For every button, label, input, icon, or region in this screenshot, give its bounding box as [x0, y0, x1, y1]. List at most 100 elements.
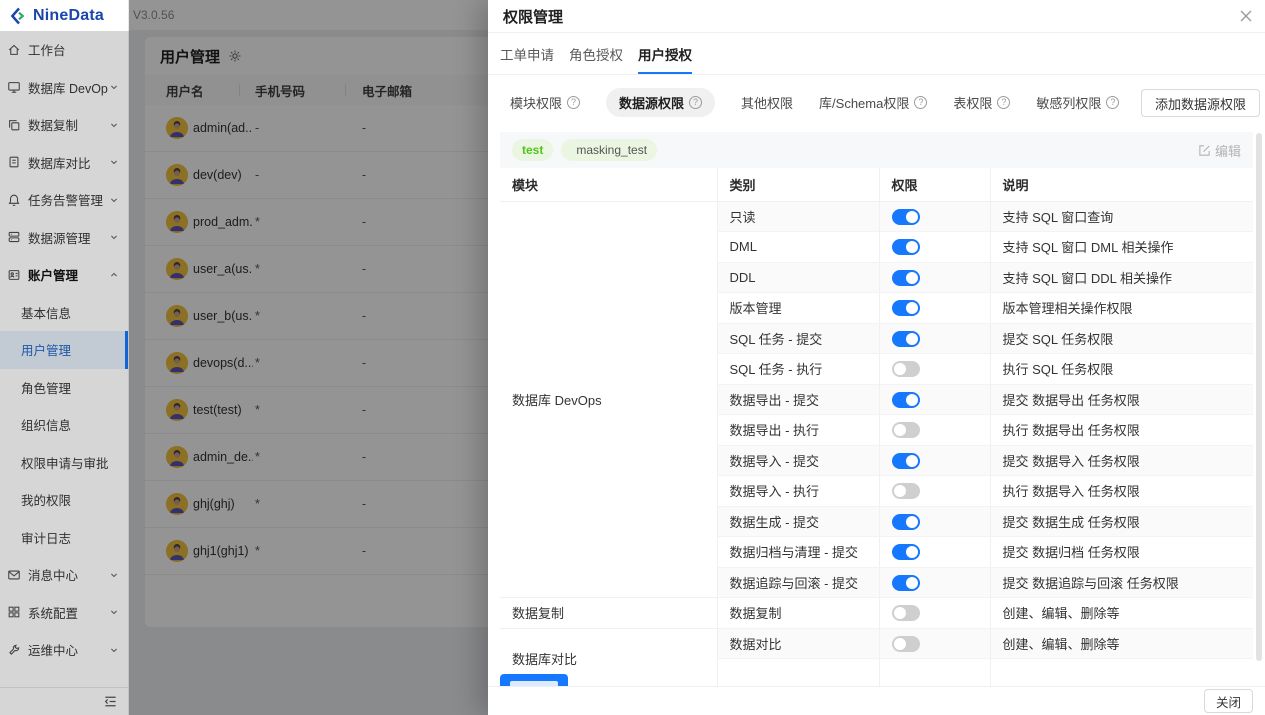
sidebar: NineData 工作台 数据库 DevOps 数据复制 数据库对比 任务告警管理 数据源… [0, 0, 129, 715]
permission-toggle[interactable] [891, 513, 920, 530]
category-cell: 数据生成 - 提交 [716, 506, 879, 537]
subtab-库/Schema权限[interactable]: 库/Schema权限? [819, 93, 928, 112]
column-header-category: 类别 [716, 168, 879, 202]
permission-cell [878, 262, 990, 293]
category-cell: SQL 任务 - 提交 [716, 323, 879, 354]
save-button-clipped[interactable] [500, 674, 568, 686]
permission-toggle[interactable] [891, 452, 920, 469]
category-cell: 只读 [716, 201, 879, 232]
datasource-tag-strip: test masking_test 编辑 [500, 132, 1253, 168]
permission-toggle[interactable] [891, 330, 920, 347]
help-icon[interactable]: ? [689, 96, 703, 109]
description-cell: 支持 SQL 窗口查询 [989, 201, 1253, 232]
description-cell: 提交 SQL 任务权限 [989, 323, 1253, 354]
permission-row: 数据库对比 数据对比 创建、编辑、删除等 [500, 628, 1253, 686]
ninedata-logo-icon [9, 6, 29, 26]
description-cell: 执行 数据导出 任务权限 [989, 414, 1253, 446]
permission-toggle[interactable] [891, 422, 920, 439]
category-cell: DDL [716, 262, 879, 293]
drawer-header: 权限管理 [488, 0, 1265, 33]
permission-cell [878, 384, 990, 415]
permission-cell [878, 506, 990, 537]
description-cell: 提交 数据生成 任务权限 [989, 506, 1253, 537]
permission-toggle[interactable] [891, 269, 920, 286]
category-cell: 数据复制 [716, 597, 879, 629]
description-cell: 提交 数据导入 任务权限 [989, 445, 1253, 476]
help-icon[interactable]: ? [997, 96, 1011, 109]
description-cell: 提交 数据归档 任务权限 [989, 536, 1253, 568]
description-cell: 创建、编辑、删除等 [989, 628, 1253, 659]
category-cell: DML [716, 231, 879, 263]
subtab-数据源权限[interactable]: 数据源权限? [606, 88, 716, 117]
tab-工单申请[interactable]: 工单申请 [499, 33, 555, 74]
tab-用户授权[interactable]: 用户授权 [637, 33, 693, 74]
permission-toggle[interactable] [891, 635, 920, 652]
add-datasource-permission-button[interactable]: 添加数据源权限 [1140, 89, 1260, 117]
description-cell: 创建、编辑、删除等 [989, 597, 1253, 629]
subtab-模块权限[interactable]: 模块权限? [510, 93, 581, 112]
category-cell: 数据导出 - 提交 [716, 384, 879, 415]
category-cell [716, 658, 879, 686]
category-cell: 数据导出 - 执行 [716, 414, 879, 446]
permission-toggle[interactable] [891, 574, 920, 591]
close-drawer-button[interactable]: 关闭 [1203, 689, 1253, 713]
drawer-body: test masking_test 编辑 模块 类别 权限 说明 数据库 DevO… [488, 130, 1265, 686]
drawer-subtabs: 模块权限? 数据源权限? 其他权限 库/Schema权限? 表权限? 敏感列权限? 添加数… [488, 75, 1265, 130]
module-cell: 数据复制 [500, 597, 717, 629]
permission-toggle[interactable] [891, 239, 920, 256]
permission-cell [878, 536, 990, 568]
permission-drawer: 权限管理 工单申请 角色授权 用户授权 模块权限? 数据源权限? 其他权限 库/Schem… [488, 0, 1265, 715]
drawer-footer: 关闭 [488, 686, 1265, 715]
permission-toggle[interactable] [891, 361, 920, 378]
category-cell: 数据归档与清理 - 提交 [716, 536, 879, 568]
category-cell: SQL 任务 - 执行 [716, 353, 879, 385]
permission-cell [878, 231, 990, 263]
permission-cell [878, 323, 990, 354]
edit-button[interactable]: 编辑 [1198, 141, 1241, 160]
permission-cell [878, 597, 990, 629]
drawer-scrollbar[interactable] [1256, 133, 1262, 661]
permission-toggle[interactable] [891, 391, 920, 408]
datasource-tag[interactable]: masking_test [561, 139, 658, 161]
permission-row: 数据库 DevOps 只读 支持 SQL 窗口查询 [500, 201, 1253, 598]
subtab-敏感列权限[interactable]: 敏感列权限? [1036, 93, 1120, 112]
permission-toggle[interactable] [891, 300, 920, 317]
permission-toggle[interactable] [891, 544, 920, 561]
category-cell: 数据追踪与回滚 - 提交 [716, 567, 879, 598]
permission-cell [878, 292, 990, 324]
help-icon[interactable]: ? [567, 96, 581, 109]
edit-icon [1198, 144, 1211, 157]
permission-toggle[interactable] [891, 483, 920, 500]
drawer-title: 权限管理 [503, 8, 564, 26]
description-cell: 支持 SQL 窗口 DDL 相关操作 [989, 262, 1253, 293]
logo-bar: NineData [0, 0, 128, 31]
tab-角色授权[interactable]: 角色授权 [568, 33, 624, 74]
modal-mask[interactable] [129, 0, 488, 715]
permission-cell [878, 658, 990, 686]
permission-cell [878, 628, 990, 659]
description-cell: 提交 数据导出 任务权限 [989, 384, 1253, 415]
permission-row: 数据复制 数据复制 创建、编辑、删除等 [500, 597, 1253, 629]
permission-cell [878, 567, 990, 598]
datasource-tag[interactable]: test [512, 139, 554, 161]
description-cell: 执行 SQL 任务权限 [989, 353, 1253, 385]
description-cell: 支持 SQL 窗口 DML 相关操作 [989, 231, 1253, 263]
module-cell: 数据库 DevOps [500, 201, 717, 598]
category-cell: 版本管理 [716, 292, 879, 324]
permission-cell [878, 201, 990, 232]
drawer-tabs: 工单申请 角色授权 用户授权 [488, 33, 1265, 75]
close-icon[interactable] [1239, 9, 1253, 23]
column-header-description: 说明 [989, 168, 1253, 202]
permission-toggle[interactable] [891, 605, 920, 622]
category-cell: 数据对比 [716, 628, 879, 659]
help-icon[interactable]: ? [914, 96, 928, 109]
subtab-其他权限[interactable]: 其他权限 [741, 93, 793, 112]
description-cell: 执行 数据导入 任务权限 [989, 475, 1253, 507]
help-icon[interactable]: ? [1106, 96, 1120, 109]
permission-toggle[interactable] [891, 208, 920, 225]
permission-cell [878, 414, 990, 446]
subtab-表权限[interactable]: 表权限? [953, 93, 1011, 112]
brand-name: NineData [33, 6, 104, 24]
description-cell: 提交 数据追踪与回滚 任务权限 [989, 567, 1253, 598]
permission-table: 模块 类别 权限 说明 数据库 DevOps 只读 支持 SQL 窗口查询 DML 支持… [500, 168, 1253, 686]
